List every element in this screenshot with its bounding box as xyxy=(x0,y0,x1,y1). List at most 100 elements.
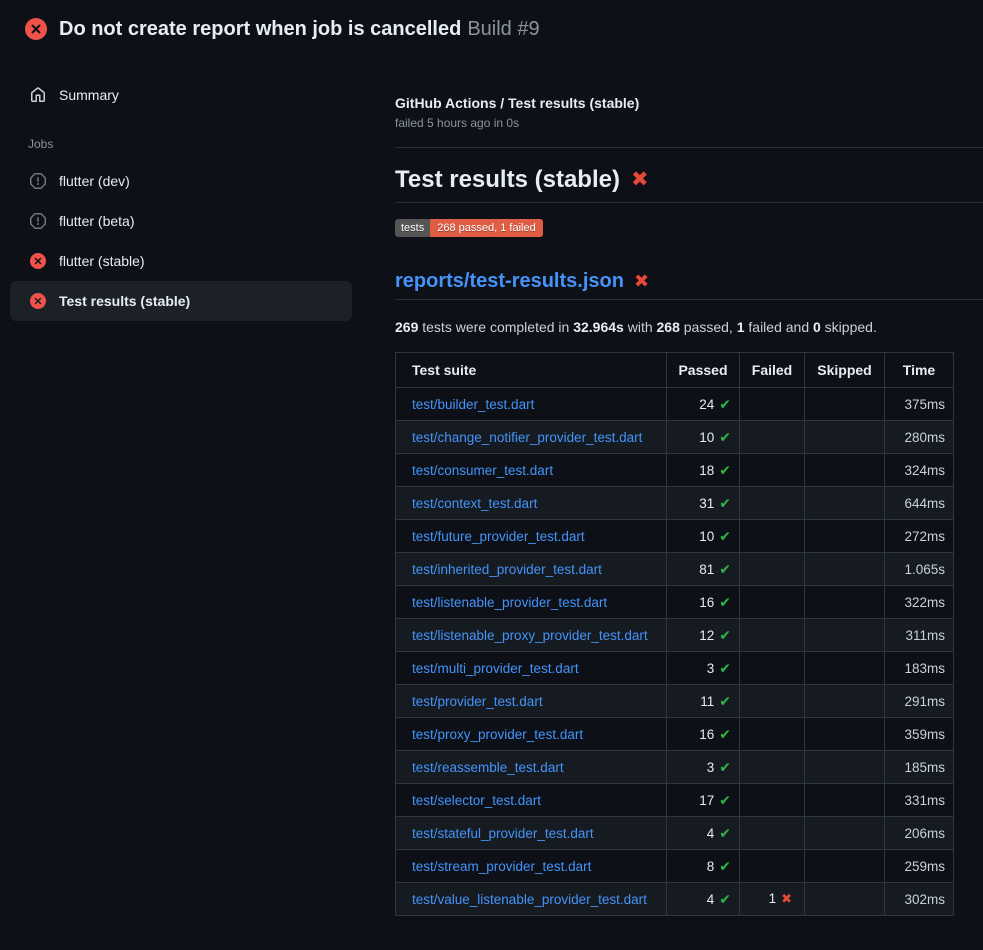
suite-cell: test/multi_provider_test.dart xyxy=(396,652,667,685)
sidebar-item-flutter-dev[interactable]: flutter (dev) xyxy=(10,161,352,201)
run-title-text: Do not create report when job is cancell… xyxy=(59,18,461,40)
test-results-table: Test suite Passed Failed Skipped Time te… xyxy=(395,352,954,916)
test-suite-link[interactable]: test/stream_provider_test.dart xyxy=(412,859,591,874)
test-suite-link[interactable]: test/selector_test.dart xyxy=(412,793,541,808)
failed-cell xyxy=(740,619,805,652)
passed-count: 16 xyxy=(699,595,714,610)
summary-label: Summary xyxy=(59,87,119,103)
x-circle-icon xyxy=(30,253,46,269)
table-row: test/inherited_provider_test.dart81✔1.06… xyxy=(396,553,954,586)
summary-text: passed, xyxy=(680,319,737,335)
test-suite-link[interactable]: test/inherited_provider_test.dart xyxy=(412,562,602,577)
test-suite-link[interactable]: test/listenable_proxy_provider_test.dart xyxy=(412,628,648,643)
section-title: Test results (stable) ✖ xyxy=(395,166,983,203)
failed-cell: 1✖ xyxy=(740,883,805,916)
passed-count: 31 xyxy=(699,496,714,511)
suite-cell: test/context_test.dart xyxy=(396,487,667,520)
check-icon: ✔ xyxy=(719,561,731,577)
sidebar-item-summary[interactable]: Summary xyxy=(10,85,380,105)
check-icon: ✔ xyxy=(719,660,731,676)
time-cell: 183ms xyxy=(885,652,954,685)
table-row: test/reassemble_test.dart3✔185ms xyxy=(396,751,954,784)
table-row: test/listenable_provider_test.dart16✔322… xyxy=(396,586,954,619)
summary-text: failed and xyxy=(745,319,814,335)
suite-cell: test/stream_provider_test.dart xyxy=(396,850,667,883)
report-file-link[interactable]: reports/test-results.json xyxy=(395,269,624,293)
test-suite-link[interactable]: test/listenable_provider_test.dart xyxy=(412,595,607,610)
table-row: test/context_test.dart31✔644ms xyxy=(396,487,954,520)
sidebar-item-test-results-stable[interactable]: Test results (stable) xyxy=(10,281,352,321)
passed-count: 8 xyxy=(707,859,715,874)
time-cell: 272ms xyxy=(885,520,954,553)
test-suite-link[interactable]: test/value_listenable_provider_test.dart xyxy=(412,892,647,907)
test-suite-link[interactable]: test/provider_test.dart xyxy=(412,694,543,709)
breadcrumb: GitHub Actions / Test results (stable) xyxy=(395,94,983,112)
time-cell: 322ms xyxy=(885,586,954,619)
failed-cell xyxy=(740,586,805,619)
time-cell: 324ms xyxy=(885,454,954,487)
time-cell: 359ms xyxy=(885,718,954,751)
time-cell: 375ms xyxy=(885,388,954,421)
test-suite-link[interactable]: test/future_provider_test.dart xyxy=(412,529,585,544)
badge-value: 268 passed, 1 failed xyxy=(430,219,542,237)
skipped-cell xyxy=(805,520,885,553)
suite-cell: test/listenable_provider_test.dart xyxy=(396,586,667,619)
passed-cell: 8✔ xyxy=(667,850,740,883)
test-suite-link[interactable]: test/context_test.dart xyxy=(412,496,537,511)
failed-cell xyxy=(740,685,805,718)
sidebar-item-flutter-beta[interactable]: flutter (beta) xyxy=(10,201,352,241)
suite-cell: test/consumer_test.dart xyxy=(396,454,667,487)
suite-cell: test/inherited_provider_test.dart xyxy=(396,553,667,586)
skipped-cell xyxy=(805,553,885,586)
passed-count: 16 xyxy=(699,727,714,742)
summary-line: 269 tests were completed in 32.964s with… xyxy=(395,319,983,335)
column-header-time: Time xyxy=(885,353,954,388)
check-icon: ✔ xyxy=(719,627,731,643)
test-suite-link[interactable]: test/change_notifier_provider_test.dart xyxy=(412,430,642,445)
passed-count: 11 xyxy=(700,694,714,709)
passed-count: 4 xyxy=(707,892,715,907)
build-number: Build #9 xyxy=(467,18,539,40)
passed-cell: 4✔ xyxy=(667,883,740,916)
run-meta: failed 5 hours ago in 0s xyxy=(395,116,983,130)
passed-cell: 17✔ xyxy=(667,784,740,817)
failed-count: 1 xyxy=(737,319,745,335)
passed-cell: 10✔ xyxy=(667,520,740,553)
failed-count: 1 xyxy=(769,891,777,906)
divider xyxy=(395,147,983,148)
failed-cell xyxy=(740,388,805,421)
check-icon: ✔ xyxy=(719,726,731,742)
failed-cell xyxy=(740,454,805,487)
time-cell: 311ms xyxy=(885,619,954,652)
test-suite-link[interactable]: test/proxy_provider_test.dart xyxy=(412,727,583,742)
time-cell: 291ms xyxy=(885,685,954,718)
check-icon: ✔ xyxy=(719,825,731,841)
table-row: test/stateful_provider_test.dart4✔206ms xyxy=(396,817,954,850)
test-suite-link[interactable]: test/multi_provider_test.dart xyxy=(412,661,579,676)
check-icon: ✔ xyxy=(719,759,731,775)
test-suite-link[interactable]: test/reassemble_test.dart xyxy=(412,760,564,775)
passed-count: 268 xyxy=(657,319,680,335)
run-header: Do not create report when job is cancell… xyxy=(0,0,983,60)
column-header-skipped: Skipped xyxy=(805,353,885,388)
report-title: reports/test-results.json ✖ xyxy=(395,269,983,300)
cross-mark-icon: ✖ xyxy=(631,166,649,194)
job-label: flutter (dev) xyxy=(59,173,130,189)
sidebar-item-flutter-stable[interactable]: flutter (stable) xyxy=(10,241,352,281)
test-suite-link[interactable]: test/builder_test.dart xyxy=(412,397,534,412)
passed-count: 3 xyxy=(707,661,715,676)
tests-status-badge: tests 268 passed, 1 failed xyxy=(395,219,543,237)
passed-cell: 24✔ xyxy=(667,388,740,421)
skipped-count: 0 xyxy=(813,319,821,335)
test-suite-link[interactable]: test/consumer_test.dart xyxy=(412,463,553,478)
main-panel: GitHub Actions / Test results (stable) f… xyxy=(380,60,983,916)
passed-count: 17 xyxy=(699,793,714,808)
test-suite-link[interactable]: test/stateful_provider_test.dart xyxy=(412,826,594,841)
passed-count: 18 xyxy=(699,463,714,478)
suite-cell: test/listenable_proxy_provider_test.dart xyxy=(396,619,667,652)
suite-cell: test/proxy_provider_test.dart xyxy=(396,718,667,751)
check-icon: ✔ xyxy=(719,495,731,511)
passed-cell: 81✔ xyxy=(667,553,740,586)
skipped-cell xyxy=(805,718,885,751)
skipped-cell xyxy=(805,784,885,817)
